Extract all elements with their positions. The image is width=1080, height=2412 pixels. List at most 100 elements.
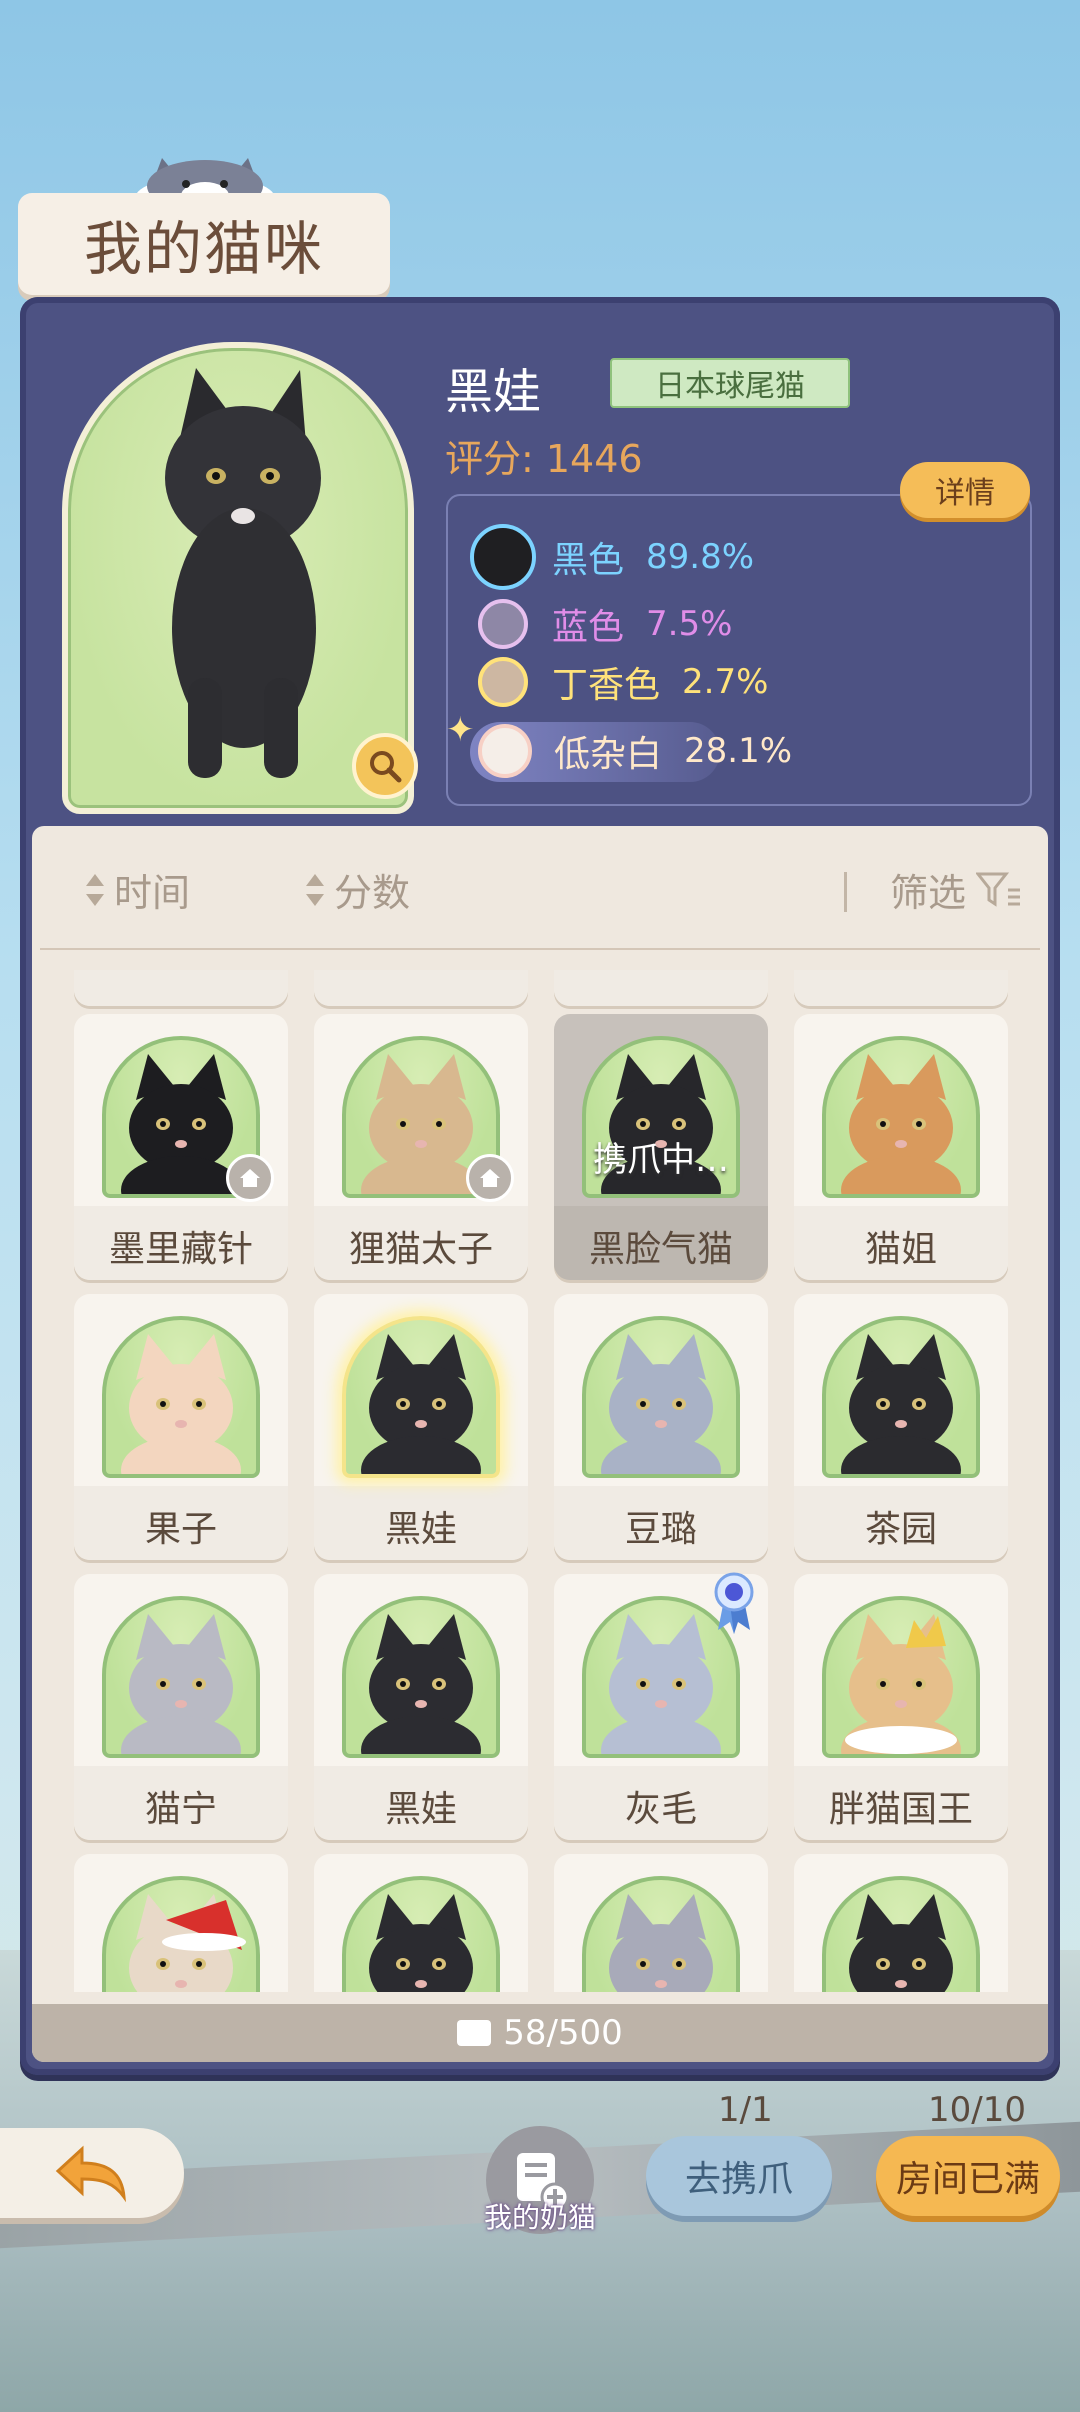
gene-row-lilac: 丁香色 2.7%: [478, 656, 768, 708]
cat-card[interactable]: 果子: [74, 1294, 288, 1560]
back-button[interactable]: [0, 2128, 184, 2218]
cat-name-label: 狸猫太子: [348, 1229, 493, 1270]
cat-face-icon: [841, 1054, 961, 1194]
busy-status: 携爪中…: [593, 1140, 729, 1180]
cat-portrait: [822, 1036, 980, 1198]
cat-face-icon: [609, 1894, 713, 1992]
filter-label: 筛选: [890, 871, 967, 915]
cat-card[interactable]: 灰毛: [554, 1572, 768, 1840]
score-label: 评分: 1446: [445, 437, 643, 481]
cat-card[interactable]: [314, 1854, 528, 1992]
gene-row-blue: 蓝色 7.5%: [478, 598, 732, 650]
cat-face-icon: [849, 1894, 953, 1992]
cat-grid: 墨里藏针 狸猫太子 携爪中… 黑脸气猫 猫姐 果子 黑娃 豆璐 茶园 猫宁 黑娃 灰毛 胖猫国王: [32, 970, 1048, 1992]
breed-label: 日本球尾猫: [655, 369, 805, 404]
cat-card[interactable]: 狸猫太子: [314, 1014, 528, 1280]
sort-time-label: 时间: [114, 871, 191, 915]
cat-face-icon: [841, 1334, 961, 1474]
sort-arrows-icon: [86, 873, 104, 906]
card-label-band: [554, 970, 768, 1006]
card-label-band: [794, 970, 1008, 1006]
cat-name-label: 豆璐: [624, 1509, 697, 1550]
home-icon: [466, 1154, 514, 1202]
black-swatch-icon: [470, 524, 536, 590]
gene-name: 低杂白: [554, 734, 663, 775]
cat-face-icon: [361, 1334, 481, 1474]
inventory-box-icon: [457, 2020, 492, 2046]
award-ribbon-icon: [710, 1570, 758, 1634]
cat-portrait: [822, 1596, 980, 1758]
cat-card[interactable]: 黑娃: [314, 1574, 528, 1840]
cat-face-icon: [121, 1334, 241, 1474]
gene-row-white: 低杂白 28.1%: [478, 724, 792, 778]
cat-card[interactable]: 猫姐: [794, 1014, 1008, 1280]
claw-count: 1/1: [718, 2090, 773, 2130]
sort-arrows-icon: [306, 873, 324, 906]
gene-pct: 28.1%: [684, 731, 793, 771]
selected-cat-name: 黑娃: [445, 364, 542, 420]
gene-pct: 7.5%: [646, 604, 733, 644]
cat-card[interactable]: 豆璐: [554, 1294, 768, 1560]
cat-face-icon: [369, 1894, 473, 1992]
cat-card[interactable]: [794, 970, 1008, 1006]
gene-name: 丁香色: [552, 665, 661, 706]
cat-card[interactable]: 猫宁: [74, 1574, 288, 1840]
detail-button[interactable]: 详情: [900, 462, 1030, 518]
cat-face-icon: [601, 1334, 721, 1474]
cat-card[interactable]: [74, 970, 288, 1006]
filter-button[interactable]: 筛选: [890, 862, 1022, 917]
cat-portrait: [822, 1316, 980, 1478]
cat-name-label: 墨里藏针: [108, 1229, 253, 1270]
gene-name: 蓝色: [552, 607, 625, 648]
cat-name-label: 黑娃: [384, 1789, 457, 1830]
cat-portrait: [582, 1316, 740, 1478]
cat-face-icon: [841, 1614, 961, 1754]
filter-icon: [976, 872, 1021, 907]
cat-name-label: 黑娃: [384, 1509, 457, 1550]
cat-card[interactable]: [554, 970, 768, 1006]
cat-card[interactable]: 胖猫国王: [794, 1574, 1008, 1840]
blue-swatch-icon: [478, 599, 528, 649]
cat-portrait: [822, 1876, 980, 1992]
gene-row-black: 黑色 89.8%: [470, 524, 754, 590]
gene-pct: 89.8%: [646, 537, 755, 577]
sort-bar-divider: [40, 948, 1040, 950]
magnifier-icon: [370, 751, 402, 783]
room-full-button[interactable]: 房间已满: [876, 2136, 1060, 2216]
inventory-count: 58/500: [503, 2013, 623, 2053]
cat-name-label: 茶园: [864, 1509, 937, 1550]
sort-by-time-button[interactable]: 时间: [84, 862, 190, 917]
cat-card[interactable]: 茶园: [794, 1294, 1008, 1560]
sort-score-label: 分数: [334, 871, 411, 915]
cat-card[interactable]: 携爪中… 黑脸气猫: [554, 1014, 768, 1280]
cat-card[interactable]: 墨里藏针: [74, 1014, 288, 1280]
card-label-band: [314, 970, 528, 1006]
cat-card[interactable]: [554, 1854, 768, 1992]
cat-portrait: [582, 1876, 740, 1992]
zoom-button[interactable]: [352, 733, 418, 799]
cat-portrait: [102, 1596, 260, 1758]
go-claw-button[interactable]: 去携爪: [646, 2136, 832, 2216]
sort-by-score-button[interactable]: 分数: [304, 862, 410, 917]
card-label-band: [74, 970, 288, 1006]
cat-name-label: 猫宁: [144, 1789, 217, 1830]
inventory-count-bar: 58/500: [32, 2004, 1048, 2062]
cat-face-icon: [361, 1614, 481, 1754]
page-title-tab: 我的猫咪: [18, 193, 390, 295]
room-count: 10/10: [928, 2090, 1026, 2130]
cat-card[interactable]: 黑娃: [314, 1294, 528, 1560]
page-title: 我的猫咪: [83, 215, 324, 283]
cat-card[interactable]: [794, 1854, 1008, 1992]
cat-face-icon: [129, 1894, 246, 1992]
breed-tag: 日本球尾猫: [610, 358, 850, 408]
cat-name-label: 胖猫国王: [828, 1789, 973, 1830]
cat-name-label: 灰毛: [624, 1789, 697, 1830]
white-swatch-icon: [478, 724, 532, 778]
cat-card[interactable]: [74, 1854, 288, 1992]
cat-card[interactable]: [314, 970, 528, 1006]
lilac-swatch-icon: [478, 657, 528, 707]
room-full-label: 房间已满: [895, 2159, 1040, 2200]
black-cat-image: [165, 368, 321, 778]
my-milk-cat-label: 我的奶猫: [483, 2201, 596, 2234]
cat-portrait: [342, 1596, 500, 1758]
